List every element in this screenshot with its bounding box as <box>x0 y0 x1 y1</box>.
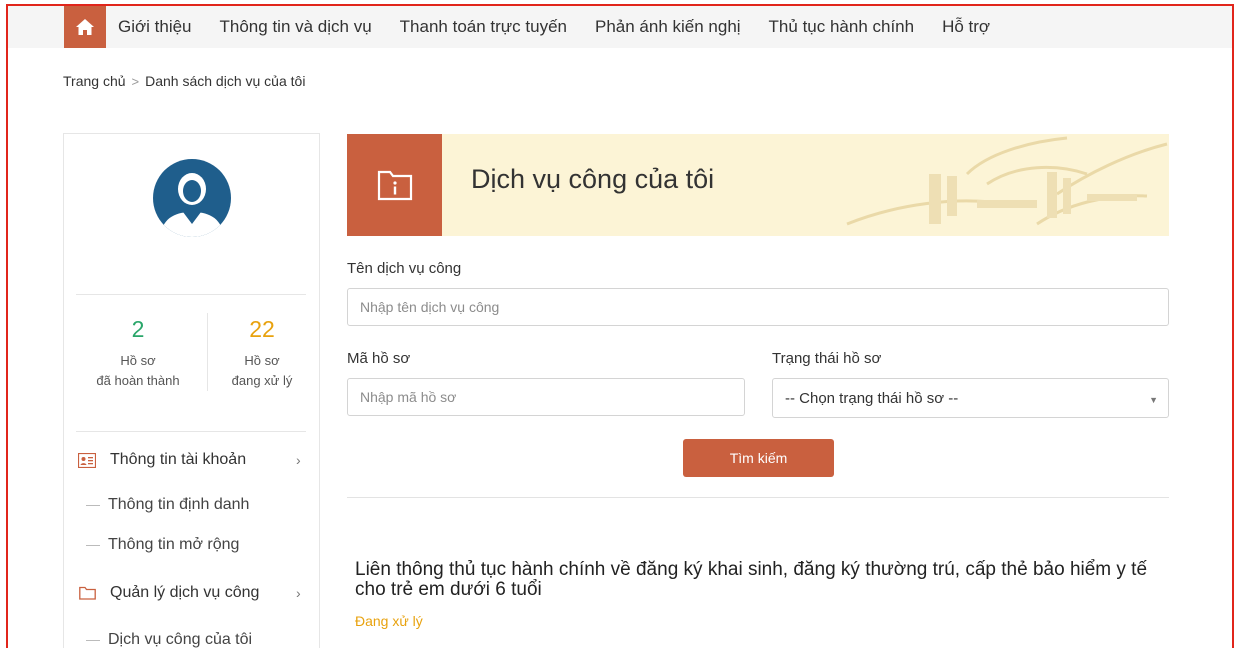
menu-account-label: Thông tin tài khoản <box>110 451 247 468</box>
banner-icon-box <box>347 134 442 236</box>
menu-sub-extended-label: Thông tin mở rộng <box>108 536 240 553</box>
menu-sub-identity[interactable]: Thông tin định danh <box>86 493 249 517</box>
stats-panel: 2 Hồ sơ đã hoàn thành 22 Hồ sơ đang xử l… <box>76 294 306 432</box>
record-code-label: Mã hồ sơ <box>347 350 411 367</box>
nav-item-phan-anh[interactable]: Phản ánh kiến nghị <box>595 17 741 37</box>
nav-item-thong-tin-dich-vu[interactable]: Thông tin và dịch vụ <box>220 17 372 37</box>
menu-sub-extended[interactable]: Thông tin mở rộng <box>86 533 239 557</box>
record-code-input[interactable] <box>347 378 745 416</box>
divider <box>347 497 1169 498</box>
stat-processing-line1: Hồ sơ <box>244 353 280 368</box>
breadcrumb: Trang chủ > Danh sách dịch vụ của tôi <box>63 73 305 89</box>
stat-processing[interactable]: 22 Hồ sơ đang xử lý <box>206 315 318 391</box>
id-card-icon <box>78 452 96 468</box>
stat-completed-line1: Hồ sơ <box>120 353 156 368</box>
caret-down-icon: ▼ <box>1149 395 1158 405</box>
stat-completed-value: 2 <box>131 316 145 342</box>
nav-item-thu-tuc[interactable]: Thủ tục hành chính <box>769 17 915 37</box>
record-status-select[interactable]: -- Chọn trạng thái hồ sơ -- ▼ <box>772 378 1169 418</box>
sidebar: 2 Hồ sơ đã hoàn thành 22 Hồ sơ đang xử l… <box>63 133 320 648</box>
breadcrumb-home[interactable]: Trang chủ <box>63 73 126 89</box>
menu-account[interactable]: Thông tin tài khoản › <box>78 446 304 474</box>
tree-line <box>86 544 100 546</box>
home-icon <box>76 19 94 35</box>
stat-completed-line2: đã hoàn thành <box>96 373 180 388</box>
folder-info-icon <box>377 170 412 201</box>
menu-sub-my-services[interactable]: Dịch vụ công của tôi <box>86 628 252 648</box>
top-navigation: Giới thiệu Thông tin và dịch vụ Thanh to… <box>8 6 1232 48</box>
menu-separator <box>76 431 306 432</box>
stat-completed[interactable]: 2 Hồ sơ đã hoàn thành <box>82 315 194 391</box>
nav-item-ho-tro[interactable]: Hỗ trợ <box>942 17 990 37</box>
stat-processing-label: Hồ sơ đang xử lý <box>206 351 318 391</box>
result-item-title[interactable]: Liên thông thủ tục hành chính về đăng ký… <box>355 560 1155 600</box>
service-name-label: Tên dịch vụ công <box>347 260 462 277</box>
menu-sub-my-services-label: Dịch vụ công của tôi <box>108 631 253 648</box>
crane-motif-decoration <box>846 136 1168 226</box>
record-status-label: Trạng thái hồ sơ <box>772 350 882 367</box>
breadcrumb-current: Danh sách dịch vụ của tôi <box>145 73 306 89</box>
tree-line <box>86 639 100 641</box>
nav-item-gioi-thieu[interactable]: Giới thiệu <box>118 17 192 37</box>
page-banner: Dịch vụ công của tôi <box>347 134 1169 236</box>
home-button[interactable] <box>64 6 106 48</box>
nav-menu: Giới thiệu Thông tin và dịch vụ Thanh to… <box>118 6 1018 48</box>
chevron-right-icon: › <box>296 452 301 468</box>
stat-processing-value: 22 <box>249 316 275 342</box>
chevron-right-icon: › <box>296 585 301 601</box>
avatar <box>153 159 231 237</box>
service-name-input[interactable] <box>347 288 1169 326</box>
nav-item-thanh-toan[interactable]: Thanh toán trực tuyến <box>400 17 567 37</box>
record-status-selected: -- Chọn trạng thái hồ sơ -- <box>785 389 959 407</box>
menu-sub-identity-label: Thông tin định danh <box>108 496 250 513</box>
menu-services-label: Quản lý dịch vụ công <box>110 584 260 601</box>
menu-services[interactable]: Quản lý dịch vụ công › <box>78 579 304 607</box>
page-title: Dịch vụ công của tôi <box>471 164 715 194</box>
stat-completed-label: Hồ sơ đã hoàn thành <box>82 351 194 391</box>
result-item-status: Đang xử lý <box>355 613 423 629</box>
stat-processing-line2: đang xử lý <box>231 373 293 388</box>
search-button[interactable]: Tìm kiếm <box>683 439 834 477</box>
folder-icon <box>78 585 96 601</box>
tree-line <box>86 504 100 506</box>
breadcrumb-separator: > <box>131 73 140 89</box>
